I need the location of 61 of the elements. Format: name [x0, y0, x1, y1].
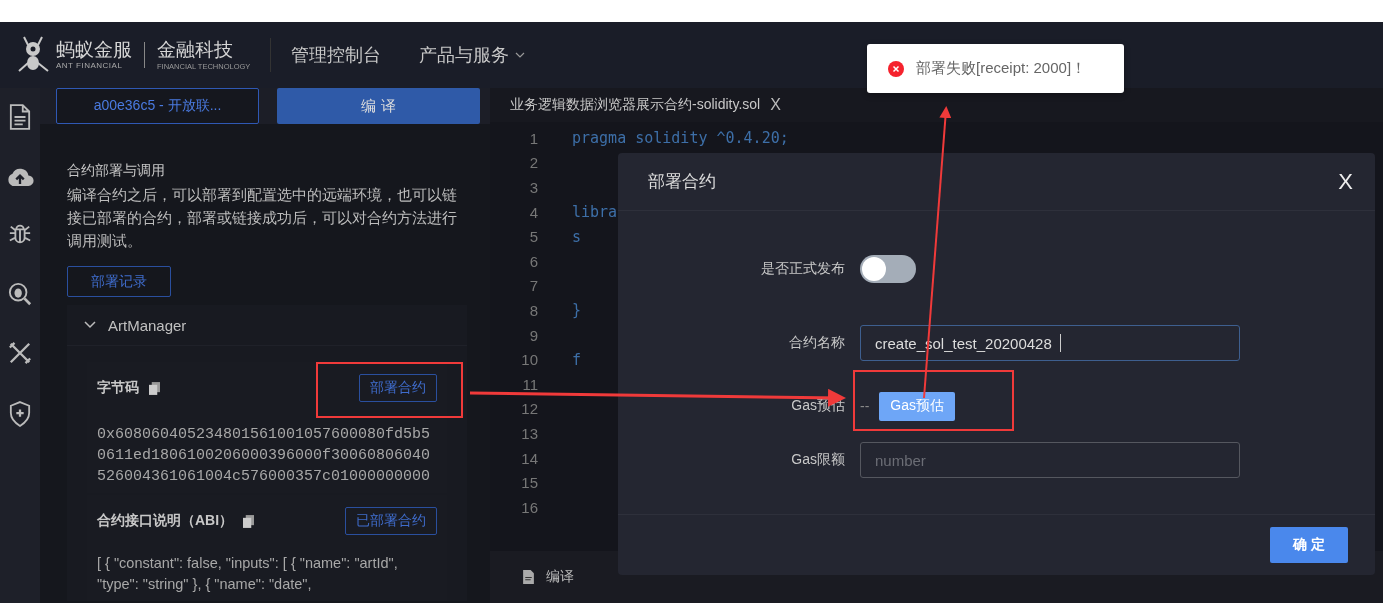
section-title: 合约部署与调用	[67, 162, 166, 180]
copy-icon[interactable]	[149, 381, 160, 395]
nav-link[interactable]: 管理控制台	[291, 43, 382, 67]
line-number: 5	[528, 228, 538, 246]
line-number: 4	[528, 203, 538, 221]
form-label: 是否正式发布	[760, 260, 845, 278]
section-description: 编译合约之后，可以部署到配置选中的远端环境，也可以链接已部署的合约，部署或链接成功后，可以对合约方法进行调用测试。	[67, 185, 458, 251]
bug-search-icon[interactable]	[8, 281, 32, 306]
card-title: 字节码	[97, 379, 139, 397]
tools-icon[interactable]	[8, 341, 32, 365]
line-number: 14	[520, 449, 538, 467]
line-number: 3	[528, 179, 538, 196]
chevron-down-icon	[515, 52, 526, 58]
document-icon	[523, 570, 534, 584]
dialog-title: 部署合约	[648, 171, 716, 193]
line-number: 7	[528, 277, 538, 295]
code-text: libra	[572, 203, 618, 222]
form-label: 合约名称	[788, 334, 845, 352]
compile-tab[interactable]: 编译	[523, 568, 574, 586]
error-icon	[888, 60, 904, 77]
card-title: 合约接口说明（ABI）	[97, 512, 234, 530]
code-text: }	[572, 301, 582, 320]
line-number: 12	[520, 400, 538, 418]
line-number: 6	[528, 252, 538, 270]
close-icon[interactable]: X	[1338, 168, 1353, 195]
input-field[interactable]: number	[860, 442, 1240, 478]
line-number: 1	[528, 129, 538, 147]
card-content: [ { "constant": false, "inputs": [ { "name": "artId", "type": "string" }, { "name": "date",	[96, 554, 399, 594]
code-text: pragma solidity ^0.4.20;	[572, 129, 789, 148]
logo-title: 蚂蚁金服	[56, 40, 132, 59]
line-number: 15	[520, 474, 538, 492]
line-number: 16	[520, 498, 538, 516]
document-icon[interactable]	[9, 104, 31, 130]
chevron-down-icon	[84, 321, 96, 329]
line-number: 13	[520, 424, 538, 442]
form-label: Gas限额	[790, 451, 845, 469]
line-number: 8	[528, 301, 538, 319]
environment-select[interactable]: a00e36c5 - 开放联...	[56, 88, 259, 124]
outline-button[interactable]: 部署合约	[359, 374, 437, 402]
line-number: 2	[528, 154, 538, 172]
line-number: 11	[521, 375, 538, 393]
line-number: 9	[528, 326, 538, 344]
outline-button[interactable]: 已部署合约	[345, 507, 437, 535]
toggle-switch[interactable]	[860, 255, 916, 283]
shield-icon[interactable]	[9, 400, 31, 427]
line-number: 10	[520, 351, 538, 369]
editor-tab[interactable]: 业务逻辑数据浏览器展示合约-solidity.sol X	[490, 96, 789, 114]
deploy-history-button[interactable]: 部署记录	[67, 266, 171, 297]
code-text: f	[572, 350, 582, 369]
contract-header[interactable]: ArtManager	[67, 305, 467, 346]
compile-button[interactable]: 编 译	[277, 88, 480, 124]
card-content: 0x608060405234801561001057600080fd5b50611ed1806100206000396000f30060806040526004361061004c576000357c01000000000	[96, 425, 432, 487]
logo-subtitle: ANT FINANCIAL	[56, 62, 124, 70]
close-icon[interactable]: X	[770, 96, 781, 114]
bug-icon[interactable]	[8, 222, 32, 246]
gas-estimate-value: --	[860, 398, 870, 414]
brand-title: 金融科技	[157, 39, 234, 59]
code-text: s	[572, 227, 582, 246]
toast-message: 部署失败[receipt: 2000]！	[916, 59, 1087, 78]
nav-link[interactable]: 产品与服务	[419, 43, 526, 67]
copy-icon[interactable]	[243, 514, 255, 528]
